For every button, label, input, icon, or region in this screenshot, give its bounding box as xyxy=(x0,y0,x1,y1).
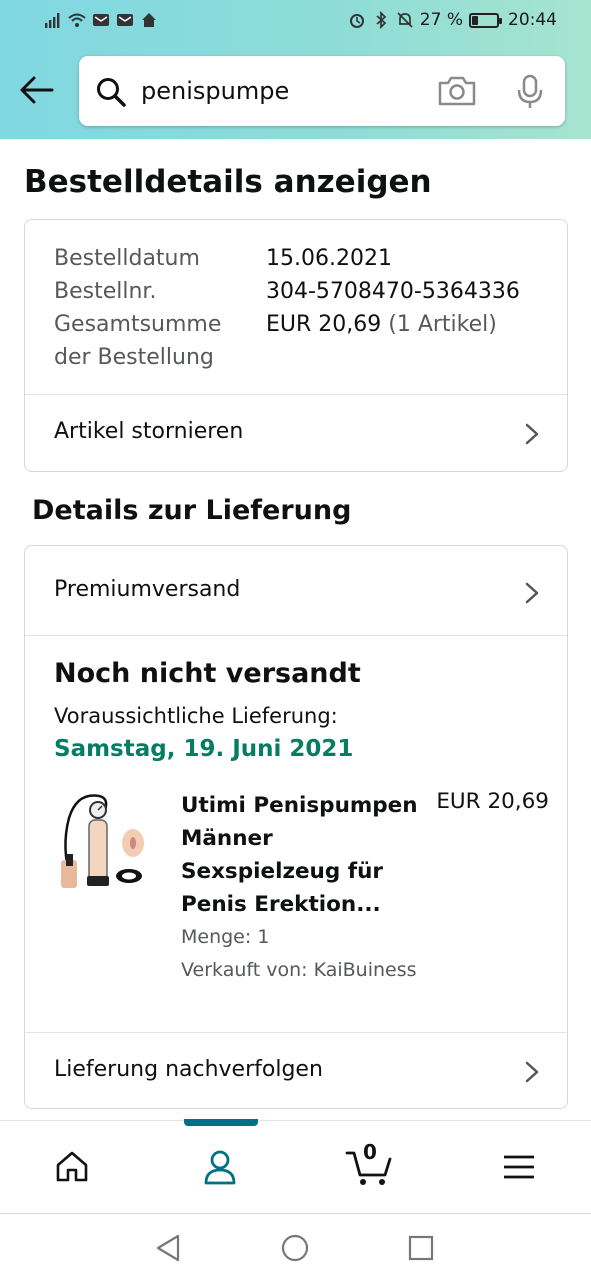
app-header: 27 % 20:44 xyxy=(0,0,591,139)
bottom-navigation: 0 xyxy=(0,1119,591,1213)
search-bar[interactable] xyxy=(79,56,565,126)
product-price: EUR 20,69 xyxy=(436,789,549,814)
back-arrow-icon[interactable] xyxy=(18,73,56,107)
product-image[interactable] xyxy=(51,788,151,896)
home-status-icon xyxy=(142,13,156,27)
menu-icon[interactable] xyxy=(503,1154,535,1180)
active-tab-indicator xyxy=(184,1119,258,1126)
status-right-icons: 27 % 20:44 xyxy=(348,10,557,30)
status-time: 20:44 xyxy=(508,10,557,30)
home-icon[interactable] xyxy=(55,1149,89,1183)
delivery-card: Premiumversand Noch nicht versandt Vorau… xyxy=(24,545,568,1109)
estimated-delivery-date: Samstag, 19. Juni 2021 xyxy=(54,736,354,762)
cancel-items-label: Artikel stornieren xyxy=(54,419,244,444)
order-total-label: Gesamtsumme xyxy=(54,312,222,337)
chevron-right-icon xyxy=(525,423,539,445)
battery-level xyxy=(472,15,479,25)
recent-apps-icon[interactable] xyxy=(406,1233,436,1263)
estimated-delivery-label: Voraussichtliche Lieferung: xyxy=(54,704,338,728)
order-date-label: Bestelldatum xyxy=(54,246,200,271)
order-number-value: 304-5708470-5364336 xyxy=(266,279,520,304)
order-total-value: EUR 20,69 xyxy=(266,312,382,337)
back-triangle-icon[interactable] xyxy=(154,1233,184,1263)
chevron-right-icon xyxy=(525,582,539,604)
product-title[interactable]: Utimi Penispumpen Männer Sexspielzeug fü… xyxy=(181,789,421,921)
search-input[interactable] xyxy=(141,70,421,112)
bluetooth-icon xyxy=(376,11,387,29)
cancel-items-row[interactable]: Artikel stornieren xyxy=(25,395,567,472)
chevron-right-icon xyxy=(525,1061,539,1083)
page-title: Bestelldetails anzeigen xyxy=(24,164,432,200)
shipping-method-row[interactable]: Premiumversand xyxy=(25,546,567,635)
order-total-label-continued: der Bestellung xyxy=(54,345,214,370)
status-left-icons xyxy=(44,10,158,30)
cart-count: 0 xyxy=(363,1140,377,1164)
status-bar: 27 % 20:44 xyxy=(0,0,591,40)
order-summary-card: Bestelldatum 15.06.2021 Bestellnr. 304-5… xyxy=(24,219,568,472)
notification-icon xyxy=(117,14,133,26)
camera-icon[interactable] xyxy=(437,74,477,108)
shipping-method-label: Premiumversand xyxy=(54,577,241,602)
order-summary-details: Bestelldatum 15.06.2021 Bestellnr. 304-5… xyxy=(54,242,520,374)
battery-percent: 27 % xyxy=(419,10,463,30)
divider xyxy=(25,635,567,636)
order-date-value: 15.06.2021 xyxy=(266,246,392,271)
shipment-status: Noch nicht versandt xyxy=(54,658,361,689)
track-delivery-label: Lieferung nachverfolgen xyxy=(54,1057,323,1082)
alarm-icon xyxy=(349,14,364,28)
product-quantity: Menge: 1 xyxy=(181,926,270,948)
wifi-icon xyxy=(68,13,86,27)
mute-icon xyxy=(397,12,413,28)
track-delivery-row[interactable]: Lieferung nachverfolgen xyxy=(25,1033,567,1109)
cart-button[interactable]: 0 xyxy=(345,1140,393,1187)
product-seller: Verkauft von: KaiBuiness xyxy=(181,959,417,981)
order-total-items: (1 Artikel) xyxy=(388,312,497,337)
notification-icon xyxy=(93,14,109,26)
account-icon[interactable] xyxy=(203,1149,237,1185)
microphone-icon[interactable] xyxy=(516,74,544,110)
delivery-section-title: Details zur Lieferung xyxy=(32,495,352,526)
battery-icon xyxy=(469,12,502,28)
home-circle-icon[interactable] xyxy=(280,1233,310,1263)
system-navigation-bar xyxy=(0,1213,591,1280)
signal-icon xyxy=(45,13,60,28)
order-number-label: Bestellnr. xyxy=(54,279,157,304)
search-icon xyxy=(97,78,126,107)
